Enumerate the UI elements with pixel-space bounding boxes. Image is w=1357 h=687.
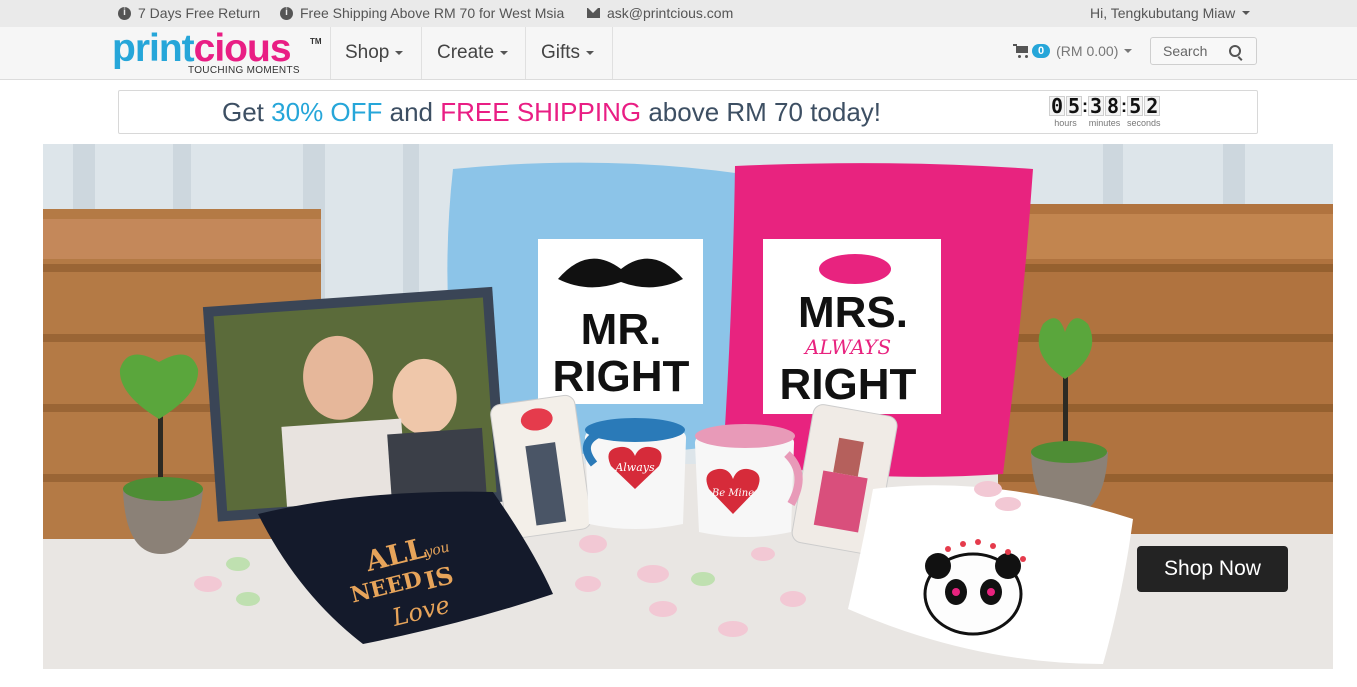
promo-banner: Get 30% OFF and FREE SHIPPING above RM 7… [118,90,1258,134]
nav-shop-label: Shop [345,42,390,63]
shop-now-button[interactable]: Shop Now [1137,546,1288,592]
nav-divider [525,27,526,79]
nav-create[interactable]: Create [437,27,509,79]
nav-shop[interactable]: Shop [345,27,404,79]
contact-email[interactable]: ask@printcious.com [587,5,733,21]
pillow-mr-line1: MR. [581,305,662,354]
top-info-bar: i 7 Days Free Return i Free Shipping Abo… [0,0,1357,27]
info-icon: i [280,6,293,20]
user-menu[interactable]: Hi, Tengkubutang Miaw [1090,5,1251,21]
hero-banner[interactable]: MR. RIGHT MRS. ALWAYS RIGHT Always Be Mi… [43,144,1333,669]
countdown-seconds: 5 2 seconds [1127,94,1161,128]
free-shipping-info: i Free Shipping Above RM 70 for West Msi… [280,5,564,21]
nav-gifts-label: Gifts [541,42,581,63]
mug-be-mine-text: Be Mine [711,488,754,499]
countdown-label: minutes [1088,118,1121,128]
countdown-digit: 8 [1105,94,1121,118]
free-return-info: i 7 Days Free Return [118,5,260,21]
countdown-label: hours [1054,118,1077,128]
chevron-down-icon [500,51,509,55]
promo-free-shipping: FREE SHIPPING [440,97,642,127]
email-link[interactable]: ask@printcious.com [607,5,733,21]
countdown-digit: 3 [1088,94,1104,118]
user-greeting[interactable]: Hi, Tengkubutang Miaw [1090,5,1235,21]
search-box [1150,37,1257,65]
logo-trademark: TM [310,37,322,46]
chevron-down-icon [395,51,404,55]
pillow-mrs-line1: MRS. [798,288,908,337]
nav-divider [330,27,331,79]
countdown-digit: 5 [1066,94,1082,118]
countdown-hours: 0 5 hours [1049,94,1082,128]
nav-gifts[interactable]: Gifts [541,27,595,79]
cart-total: (RM 0.00) [1056,43,1119,59]
chevron-down-icon [1124,49,1133,53]
countdown-minutes: 3 8 minutes [1088,94,1121,128]
free-return-text: 7 Days Free Return [138,5,261,21]
info-icon: i [118,6,131,20]
main-navbar: printcious TM TOUCHING MOMENTS Shop Crea… [0,27,1357,80]
cart-dropdown[interactable]: 0 (RM 0.00) [1013,43,1133,59]
free-shipping-text: Free Shipping Above RM 70 for West Msia [300,5,565,21]
cart-count-badge: 0 [1032,44,1051,58]
promo-discount: 30% OFF [271,97,383,127]
countdown-digit: 5 [1127,94,1144,118]
pillow-mrs-script: ALWAYS [803,335,891,359]
chevron-down-icon [1242,11,1251,15]
promo-get: Get [222,97,264,127]
mug-always-text: Always [614,461,655,474]
promo-text: Get 30% OFF and FREE SHIPPING above RM 7… [222,97,881,128]
promo-and: and [389,97,434,127]
countdown-timer: 0 5 hours : 3 8 minutes : 5 2 seconds [1049,94,1161,128]
printcious-logo[interactable]: printcious TM TOUCHING MOMENTS [112,27,322,77]
pillow-mrs-line2: RIGHT [780,360,917,409]
search-icon[interactable] [1229,45,1241,57]
logo-tagline: TOUCHING MOMENTS [188,65,300,76]
envelope-icon [587,8,600,18]
nav-divider [421,27,422,79]
shopping-cart-icon [1013,44,1030,58]
promo-rest: above RM 70 today! [648,97,882,127]
countdown-digit: 2 [1144,94,1161,118]
chevron-down-icon [586,51,595,55]
pillow-mr-line2: RIGHT [553,352,690,401]
countdown-digit: 0 [1049,94,1065,118]
nav-divider [612,27,613,79]
countdown-label: seconds [1127,118,1161,128]
nav-create-label: Create [437,42,495,63]
